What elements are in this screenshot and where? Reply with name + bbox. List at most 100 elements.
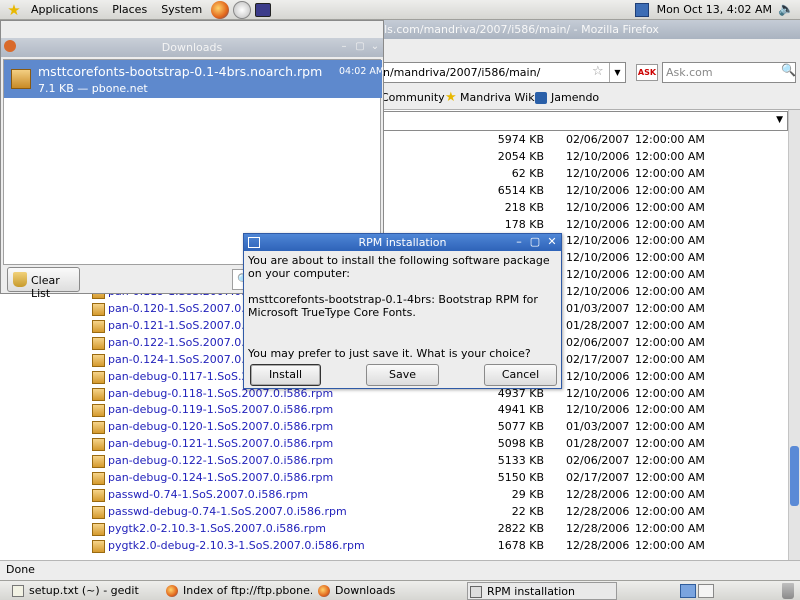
package-icon xyxy=(92,387,105,401)
volume-icon[interactable]: 🔈 xyxy=(778,3,794,17)
file-time: 12:00:00 AM xyxy=(635,487,705,501)
package-icon xyxy=(92,455,105,469)
install-button[interactable]: Install xyxy=(250,364,321,386)
terminal-launcher-icon[interactable] xyxy=(255,2,272,17)
table-row: pan-debug-0.120-1.SoS.2007.0.i586.rpm 507… xyxy=(0,419,788,436)
menu-system[interactable]: System xyxy=(154,0,209,20)
download-filename: msttcorefonts-bootstrap-0.1-4brs.noarch.… xyxy=(38,64,323,79)
minimize-icon[interactable]: – xyxy=(512,235,526,249)
package-icon xyxy=(92,421,105,435)
file-size: 6514 KB xyxy=(497,183,544,197)
menu-places[interactable]: Places xyxy=(105,0,154,20)
task-downloads[interactable]: Downloads xyxy=(316,582,464,600)
package-icon xyxy=(92,336,105,350)
file-date: 12/10/2006 xyxy=(566,200,630,214)
file-time: 12:00:00 AM xyxy=(635,369,705,383)
file-size: 62 KB xyxy=(511,166,544,180)
jamendo-icon xyxy=(535,92,547,104)
workspace-2[interactable] xyxy=(698,584,714,598)
close-icon[interactable]: ✕ xyxy=(545,235,559,249)
file-size: 5150 KB xyxy=(497,471,544,484)
rpm-installation-dialog: RPM installation – ▢ ✕ You are about to … xyxy=(243,233,562,389)
file-date: 02/17/2007 xyxy=(566,352,630,366)
vertical-scrollbar[interactable] xyxy=(788,110,800,561)
file-link[interactable]: passwd-debug-0.74-1.SoS.2007.0.i586.rpm xyxy=(108,505,347,518)
file-date: 12/10/2006 xyxy=(566,268,630,282)
file-date: 12/10/2006 xyxy=(566,183,630,197)
content-header-bar[interactable]: ▼ xyxy=(380,111,788,131)
file-time: 12:00:00 AM xyxy=(635,149,705,163)
search-input[interactable]: Ask.com xyxy=(662,62,796,83)
bookmark-community[interactable]: Community xyxy=(381,91,445,104)
chevron-down-icon[interactable]: ▼ xyxy=(776,115,783,125)
table-row: passwd-0.74-1.SoS.2007.0.i586.rpm 29 KB 12… xyxy=(0,487,788,504)
task-label: setup.txt (~) - gedit xyxy=(29,584,139,597)
file-link[interactable]: pan-debug-0.119-1.SoS.2007.0.i586.rpm xyxy=(108,403,333,416)
file-link[interactable]: pan-0.122-1.SoS.2007.0.i58 xyxy=(108,336,262,349)
file-date: 12/10/2006 xyxy=(566,369,630,383)
task-rpm-installation[interactable]: RPM installation xyxy=(467,582,617,600)
file-link[interactable]: pan-debug-0.121-1.SoS.2007.0.i586.rpm xyxy=(108,437,333,450)
file-link[interactable]: pygtk2.0-2.10.3-1.SoS.2007.0.i586.rpm xyxy=(108,522,326,535)
file-size: 5098 KB xyxy=(497,437,544,451)
window-icon xyxy=(470,586,482,598)
file-link[interactable]: pan-0.120-1.SoS.2007.0.i58 xyxy=(108,302,262,315)
file-date: 12/10/2006 xyxy=(566,251,630,265)
task-firefox[interactable]: Index of ftp://ftp.pbone... xyxy=(164,582,312,600)
file-time: 12:00:00 AM xyxy=(635,268,705,282)
table-row: pygtk2.0-2.10.3-1.SoS.2007.0.i586.rpm 282… xyxy=(0,521,788,538)
search-engine-icon[interactable]: ASK xyxy=(636,64,658,81)
bookmark-mandriva-wiki[interactable]: Mandriva Wiki xyxy=(460,91,538,104)
rpm-message-intro: You are about to install the following s… xyxy=(248,254,550,280)
file-date: 12/10/2006 xyxy=(566,386,630,400)
maximize-icon[interactable]: ▢ xyxy=(528,235,542,249)
downloads-titlebar[interactable]: Downloads xyxy=(1,38,383,57)
minimize-icon[interactable]: – xyxy=(337,40,351,54)
chevron-down-icon[interactable]: ⌄ xyxy=(368,40,382,54)
cancel-button[interactable]: Cancel xyxy=(484,364,557,386)
gnome-foot-icon[interactable]: ★ xyxy=(4,0,24,20)
save-button[interactable]: Save xyxy=(366,364,439,386)
file-time: 12:00:00 AM xyxy=(635,504,705,518)
clock[interactable]: Mon Oct 13, 4:02 AM xyxy=(657,0,772,20)
package-icon xyxy=(92,472,105,485)
file-link[interactable]: pygtk2.0-debug-2.10.3-1.SoS.2007.0.i586.… xyxy=(108,539,365,552)
file-time: 12:00:00 AM xyxy=(635,200,705,214)
workspace-1[interactable] xyxy=(680,584,696,598)
file-link[interactable]: pan-0.121-1.SoS.2007.0.i58 xyxy=(108,319,262,332)
file-time: 12:00:00 AM xyxy=(635,454,705,468)
bookmark-jamendo[interactable]: Jamendo xyxy=(551,91,599,104)
task-gedit[interactable]: setup.txt (~) - gedit xyxy=(10,582,160,600)
table-row: pygtk2.0-debug-2.10.3-1.SoS.2007.0.i586.… xyxy=(0,538,788,555)
table-row: pan-debug-0.121-1.SoS.2007.0.i586.rpm 509… xyxy=(0,436,788,453)
file-date: 12/28/2006 xyxy=(566,504,630,518)
search-icon[interactable]: 🔍 xyxy=(781,63,796,77)
url-dropdown-icon[interactable]: ▼ xyxy=(609,63,625,82)
menu-applications[interactable]: Applications xyxy=(24,0,105,20)
broom-icon xyxy=(13,272,27,287)
file-link[interactable]: pan-debug-0.120-1.SoS.2007.0.i586.rpm xyxy=(108,420,333,433)
file-link[interactable]: pan-debug-0.124-1.SoS.2007.0.i586.rpm xyxy=(108,471,333,484)
star-icon: ★ xyxy=(445,90,457,105)
file-link[interactable]: pan-0.124-1.SoS.2007.0.i58 xyxy=(108,353,262,366)
file-date: 12/10/2006 xyxy=(566,166,630,180)
maximize-icon[interactable]: ▢ xyxy=(353,40,367,54)
file-time: 12:00:00 AM xyxy=(635,335,705,349)
mail-launcher-icon[interactable] xyxy=(233,0,252,19)
file-size: 5077 KB xyxy=(497,420,544,434)
trash-icon[interactable] xyxy=(782,583,794,599)
top-panel: ★ Applications Places System Mon Oct 13,… xyxy=(0,0,800,20)
file-time: 12:00:00 AM xyxy=(635,217,705,231)
file-link[interactable]: pan-debug-0.122-1.SoS.2007.0.i586.rpm xyxy=(108,454,333,467)
package-icon xyxy=(92,303,105,316)
network-icon[interactable] xyxy=(634,3,649,17)
download-item[interactable]: msttcorefonts-bootstrap-0.1-4brs.noarch.… xyxy=(4,60,384,98)
file-time: 12:00:00 AM xyxy=(635,183,705,197)
file-link[interactable]: passwd-0.74-1.SoS.2007.0.i586.rpm xyxy=(108,488,308,501)
package-icon xyxy=(92,404,105,418)
bookmark-star-icon[interactable]: ☆ xyxy=(592,64,604,79)
clear-list-button[interactable]: Clear List xyxy=(7,267,80,300)
url-bar[interactable]: n/mandriva/2007/i586/main/ xyxy=(380,62,626,83)
scroll-thumb[interactable] xyxy=(790,446,799,506)
firefox-launcher-icon[interactable] xyxy=(211,0,230,19)
